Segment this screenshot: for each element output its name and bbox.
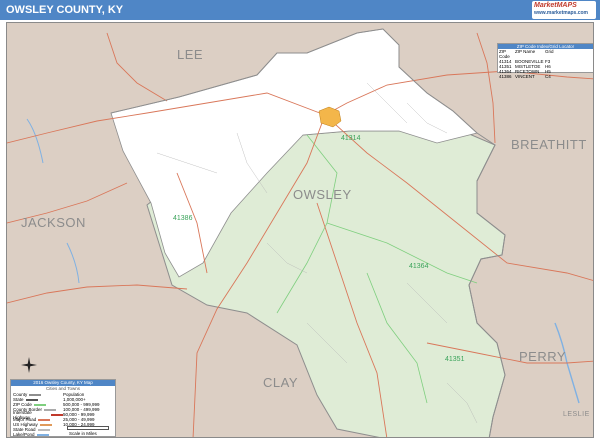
county-label-leslie: LESLIE (563, 411, 590, 418)
county-label-owsley: OWSLEY (293, 187, 352, 202)
legend-columns: County State ZIP Code County Border Inte… (11, 391, 115, 437)
locator-header-zip: ZIP Code (499, 49, 510, 59)
brand-logo: MarketMAPS www.marketmaps.com (532, 1, 596, 19)
title-bar: OWSLEY COUNTY, KY MarketMAPS www.marketm… (0, 0, 600, 20)
locator-header-name: ZIP Name (515, 49, 536, 54)
county-label-clay: CLAY (263, 375, 298, 390)
locator-header-grid: Grid (545, 49, 554, 54)
map-legend: 2016 Owsley County, KY Map Cities and To… (10, 379, 116, 437)
scale-label: Scale in Miles (69, 431, 97, 436)
north-arrow-icon (21, 357, 37, 373)
map-canvas[interactable] (7, 23, 594, 438)
zip-label-41386: 41386 (173, 215, 193, 222)
county-label-perry: PERRY (519, 349, 567, 364)
page-title: OWSLEY COUNTY, KY (6, 4, 124, 16)
brand-name: MarketMAPS (534, 2, 577, 9)
map-frame[interactable]: LEE BREATHITT JACKSON OWSLEY PERRY CLAY … (6, 22, 594, 438)
county-label-breathitt: BREATHITT (511, 137, 587, 152)
zip-locator-table: ZIP Code Index/Grid Locator ZIP Code ZIP… (497, 43, 593, 79)
zip-label-41314: 41314 (341, 135, 361, 142)
zip-label-41364: 41364 (409, 263, 429, 270)
zip-label-41351: 41351 (445, 356, 465, 363)
scale-bar (67, 426, 109, 430)
locator-grid: C4 (545, 74, 551, 79)
locator-name: VINCENT (515, 74, 535, 79)
legend-left-column: County State ZIP Code County Border Inte… (13, 392, 63, 437)
locator-zip: 41386 (499, 74, 512, 79)
brand-url: www.marketmaps.com (534, 10, 589, 16)
county-label-lee: LEE (177, 47, 204, 62)
locator-row[interactable]: 41386 VINCENT C4 (498, 74, 593, 79)
county-label-jackson: JACKSON (21, 215, 86, 230)
legend-item: Lake/Pond (13, 432, 63, 437)
locator-header-row: ZIP Code ZIP Name Grid (498, 49, 593, 59)
